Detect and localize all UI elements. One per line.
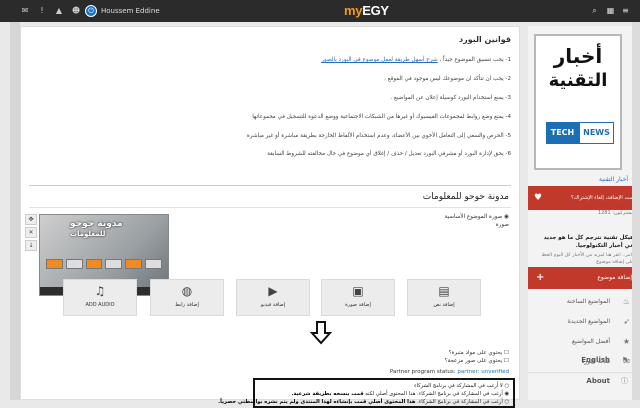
users-icon[interactable]: ☻ — [69, 4, 83, 18]
warning-icon[interactable]: ▲ — [52, 4, 66, 18]
page-scrollbar[interactable] — [632, 22, 640, 400]
star-icon: ★ — [622, 337, 630, 346]
add-audio-button[interactable]: ♫ ADD AUDIO — [63, 279, 137, 316]
board-meta: دامر.. انقر هنا لمزيد من الأخبار كل اليو… — [541, 253, 634, 265]
rules-list: 1- يجب تنسيق الموضوع جيداً ، شرح أسهل طر… — [41, 53, 511, 166]
image-icon: ▣ — [352, 284, 364, 298]
bell-icon[interactable]: ! — [35, 4, 49, 18]
plus-icon: + — [536, 272, 545, 283]
partner-radio-copied[interactable]: ◉ أرغب في المشاركة في برنامج الشركاء. هذ… — [259, 390, 509, 398]
partner-options-box: ○ لا أرغب في المشاركة في برنامج الشركاء … — [218, 378, 515, 408]
board-banner[interactable]: أخبار التقنية TECH NEWS — [534, 34, 622, 170]
flag-icon: ⚑ — [621, 356, 628, 364]
flag-checkbox[interactable]: ☐ يحتوي على مواد متبرة؟ — [309, 349, 509, 357]
rocket-icon: ➶ — [623, 317, 630, 326]
close-icon[interactable]: ✕ — [25, 227, 37, 238]
nav-new-topics[interactable]: المواضيع الجديدة ➶ — [528, 312, 640, 332]
apps-icon[interactable]: ▦ — [604, 4, 617, 18]
text-file-icon: ▤ — [438, 284, 450, 298]
thumbnail-title: مدونة حوحو للمعلومات — [70, 219, 123, 238]
flag-checkbox[interactable]: ☐ يحتوي على صور مزعجة؟ — [309, 357, 509, 365]
rules-title: قوانين البورد — [459, 35, 511, 44]
move-up-icon[interactable]: ✥ — [25, 214, 37, 225]
add-topic-button[interactable]: + إضافة موضوع — [528, 267, 640, 289]
add-image-button[interactable]: ▣ إضافة صورة — [321, 279, 395, 316]
site-logo[interactable]: myEGY — [344, 3, 389, 18]
nav-hot-topics[interactable]: المواضيع الساخنة ♨ — [528, 292, 640, 312]
left-gutter — [10, 22, 20, 400]
music-icon: ♫ — [94, 284, 106, 298]
add-video-button[interactable]: ▶ إضافة فيديو — [236, 279, 310, 316]
nav-best-topics[interactable]: أفضل المواضيع ★ — [528, 332, 640, 352]
board-link[interactable]: أخبار التقنية — [599, 176, 628, 183]
top-bar: ✉ ! ▲ ☻ ⏻ Houssem Eddine myEGY ⌕ ▦ ≡ — [0, 0, 640, 22]
subscription-alert[interactable]: ♥ تمت الإضافة، إلغاء الإشتراك؟ — [528, 186, 640, 210]
search-icon[interactable]: ⌕ — [588, 4, 601, 18]
user-name: Houssem Eddine — [101, 7, 160, 15]
right-sidebar: أخبار التقنية TECH NEWS أخبار التقنية ♥ … — [528, 26, 640, 400]
main-image-option[interactable]: ◉ صورة الموضوع الأساسية صورة — [399, 213, 509, 229]
globe-icon: ◍ — [181, 284, 193, 298]
rule-item: 6- يحق لإدارة البورد أو مشرفي البورد تعد… — [267, 151, 511, 158]
rule-item: 2- يجب ان تتأكد ان موضوعك ليس موجود في ا… — [384, 75, 511, 82]
fire-icon: ♨ — [622, 297, 630, 306]
avatar: ⏻ — [85, 5, 97, 17]
board-description: هيكل تقنية نترجم كل ما هو جديد في أخبار … — [543, 235, 634, 249]
divider — [29, 185, 511, 186]
move-down-icon[interactable]: ↓ — [25, 240, 37, 251]
divider — [29, 207, 511, 208]
guide-link[interactable]: شرح أسهل طريقة لعمل موضوع في البورد بالص… — [321, 57, 437, 63]
rule-item: 4- يمنع وضع روابط لمجموعات الفيسبوك أو غ… — [252, 113, 511, 120]
partner-radio-none[interactable]: ○ لا أرغب في المشاركة في برنامج الشركاء — [259, 382, 509, 390]
partner-radio-original[interactable]: ○ أرغب في المشاركة في برنامج الشركاء. هذ… — [218, 398, 509, 406]
heart-icon: ♥ — [534, 193, 543, 203]
partner-link[interactable]: partner: unverified — [457, 369, 509, 375]
radio-icon[interactable]: ◉ — [504, 214, 509, 220]
rule-item: 3- يمنع استخدام البورد كوسيلة إعلان عن ا… — [390, 94, 511, 101]
menu-icon[interactable]: ≡ — [619, 4, 632, 18]
user-menu[interactable]: ⏻ Houssem Eddine — [85, 4, 160, 18]
about-link[interactable]: About ⓘ — [528, 372, 640, 390]
mail-icon[interactable]: ✉ — [18, 4, 32, 18]
post-editor: قوانين البورد 1- يجب تنسيق الموضوع جيداً… — [20, 26, 520, 408]
info-icon: ⓘ — [621, 377, 628, 385]
rule-item: 5- الحرص والسعي إلى التعامل الأخوي بين ا… — [246, 132, 511, 139]
post-title[interactable]: مدونة حوحو للمعلومات — [423, 192, 509, 202]
add-link-button[interactable]: ◍ إضافة رابط — [150, 279, 224, 316]
video-icon: ▶ — [268, 284, 278, 298]
language-switch[interactable]: English ⚑ — [528, 351, 640, 369]
subscriber-count: مشتركون: 1281 — [597, 210, 634, 216]
content-flags: ☐ يحتوي على مواد متبرة؟ ☐ يحتوي على صور … — [309, 349, 509, 365]
thumbnail-icons — [46, 259, 162, 271]
partner-status: Partner program status: partner: unverif… — [389, 369, 509, 375]
thumb-tools: ✥ ✕ ↓ — [25, 214, 37, 251]
rule-item: 1- يجب تنسيق الموضوع جيداً ، شرح أسهل طر… — [321, 57, 511, 63]
add-text-button[interactable]: ▤ إضافة نص — [407, 279, 481, 316]
arrow-down-icon — [310, 321, 332, 345]
tech-news-logo: TECH NEWS — [546, 122, 614, 144]
